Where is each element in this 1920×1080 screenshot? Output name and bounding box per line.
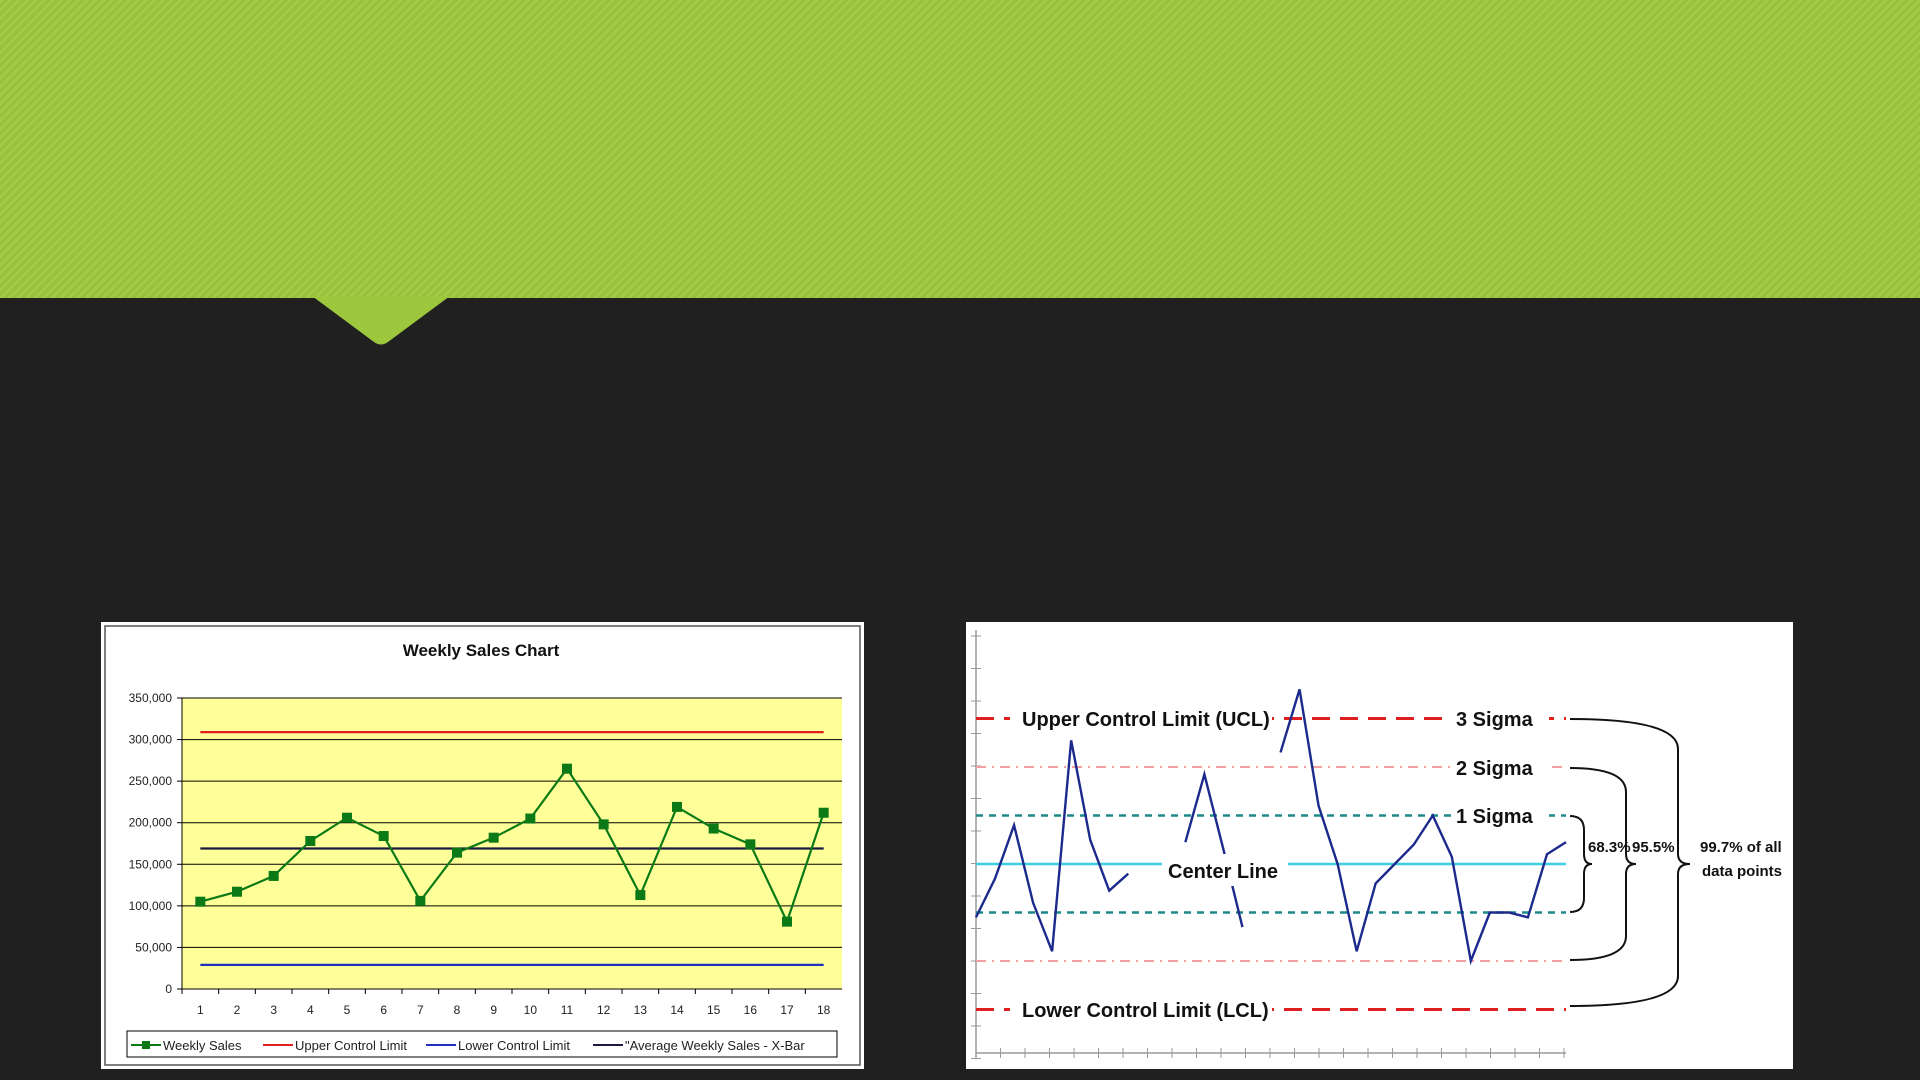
data-point (818, 807, 829, 818)
x-tick-label: 2 (234, 1003, 241, 1017)
data-point (305, 836, 316, 847)
control-chart-svg: Upper Control Limit (UCL) 3 Sigma 2 Sigm… (971, 630, 1782, 1059)
data-point (598, 819, 609, 830)
weekly-sales-chart: Weekly Sales Chart 0 50,000 100,000 150,000… (101, 622, 864, 1069)
pct-68-label: 68.3% (1588, 839, 1631, 856)
data-point (378, 831, 389, 842)
x-tick-label: 12 (597, 1003, 611, 1017)
chart-legend: Weekly Sales Upper Control Limit Lower Con… (126, 1030, 838, 1058)
data-point (342, 812, 352, 823)
y-tick-label: 150,000 (129, 857, 173, 871)
process-data-line (974, 740, 1130, 952)
data-point (635, 890, 646, 901)
sigma3-label: 3 Sigma (1456, 709, 1534, 731)
y-tick-label: 250,000 (129, 774, 173, 788)
x-tick-label: 7 (417, 1003, 424, 1017)
pct-99-label-line1: 99.7% of all (1700, 839, 1782, 856)
data-point (488, 832, 499, 843)
brace-2-sigma (1569, 767, 1637, 961)
x-tick-label: 3 (270, 1003, 277, 1017)
data-point (232, 886, 242, 897)
legend-label: "Average Weekly Sales - X-Bar (625, 1038, 805, 1053)
ucl-label: Upper Control Limit (UCL) (1022, 709, 1270, 731)
pct-95-label: 95.5% (1632, 839, 1675, 856)
center-line-label: Center Line (1168, 861, 1278, 883)
y-tick-label: 0 (165, 982, 172, 996)
lcl-label: Lower Control Limit (LCL) (1022, 1000, 1269, 1022)
chart-title: Weekly Sales Chart (403, 641, 560, 660)
data-point (782, 916, 792, 927)
legend-label: Weekly Sales (163, 1038, 242, 1053)
x-tick-label: 11 (561, 1003, 574, 1017)
x-tick-label: 14 (670, 1003, 684, 1017)
data-point (745, 839, 756, 850)
x-tick-label: 10 (524, 1003, 538, 1017)
x-tick-label: 9 (490, 1003, 497, 1017)
x-tick-label: 4 (307, 1003, 314, 1017)
x-tick-label: 1 (197, 1003, 204, 1017)
weekly-sales-chart-svg: Weekly Sales Chart 0 50,000 100,000 150,000… (104, 625, 861, 1066)
brace-1-sigma (1569, 815, 1593, 913)
legend-label: Lower Control Limit (458, 1038, 570, 1053)
data-point (562, 763, 572, 774)
data-point (672, 801, 682, 812)
y-tick-label: 350,000 (129, 691, 173, 705)
x-tick-label: 15 (707, 1003, 721, 1017)
x-tick-label: 17 (780, 1003, 794, 1017)
x-tick-label: 18 (817, 1003, 831, 1017)
x-tick-label: 5 (344, 1003, 351, 1017)
title-banner (0, 0, 1920, 298)
data-point (415, 895, 426, 906)
data-point (268, 870, 279, 881)
y-tick-label: 50,000 (135, 940, 172, 954)
pct-99-label-line2: data points (1702, 863, 1782, 880)
x-tick-label: 8 (454, 1003, 461, 1017)
legend-marker (142, 1041, 150, 1049)
data-point (452, 847, 462, 858)
sigma2-label: 2 Sigma (1456, 758, 1534, 780)
x-tick-label: 16 (744, 1003, 758, 1017)
y-tick-label: 200,000 (129, 816, 173, 830)
data-point (195, 896, 206, 907)
x-tick-label: 13 (634, 1003, 648, 1017)
plot-area (182, 698, 842, 989)
process-data-line (1184, 769, 1244, 928)
data-point (708, 823, 719, 834)
data-point (525, 813, 536, 824)
sigma1-label: 1 Sigma (1456, 806, 1534, 828)
legend-label: Upper Control Limit (295, 1038, 407, 1053)
banner-notch (312, 296, 450, 345)
y-tick-label: 300,000 (129, 733, 173, 747)
control-chart-diagram: Upper Control Limit (UCL) 3 Sigma 2 Sigm… (966, 622, 1793, 1069)
y-tick-label: 100,000 (129, 899, 173, 913)
x-tick-label: 6 (380, 1003, 387, 1017)
